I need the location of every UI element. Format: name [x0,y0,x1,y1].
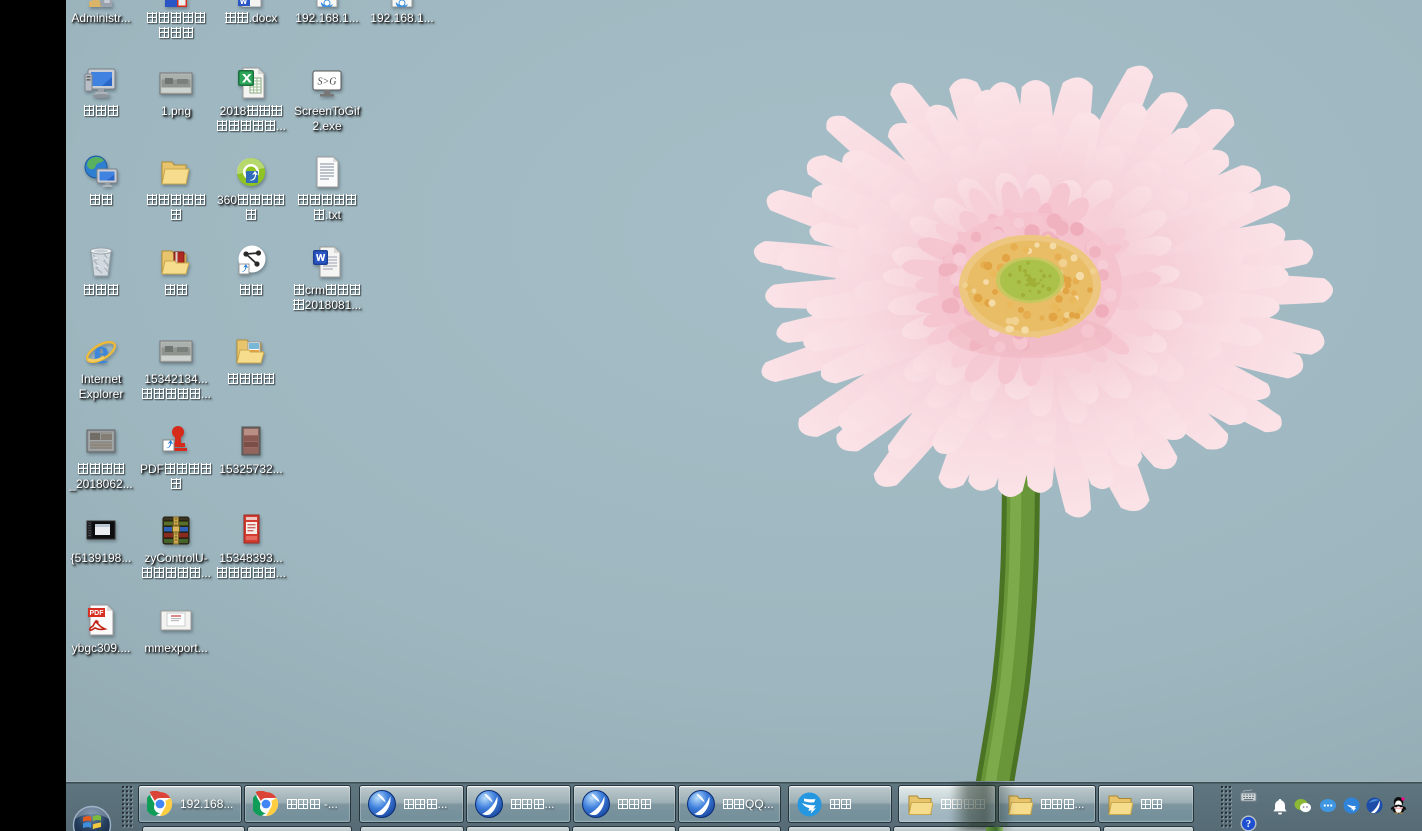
svg-text:?: ? [1246,819,1251,830]
svg-text:S>G: S>G [318,77,337,88]
svg-text:PDF: PDF [90,610,105,617]
svg-text:e: e [93,334,108,368]
